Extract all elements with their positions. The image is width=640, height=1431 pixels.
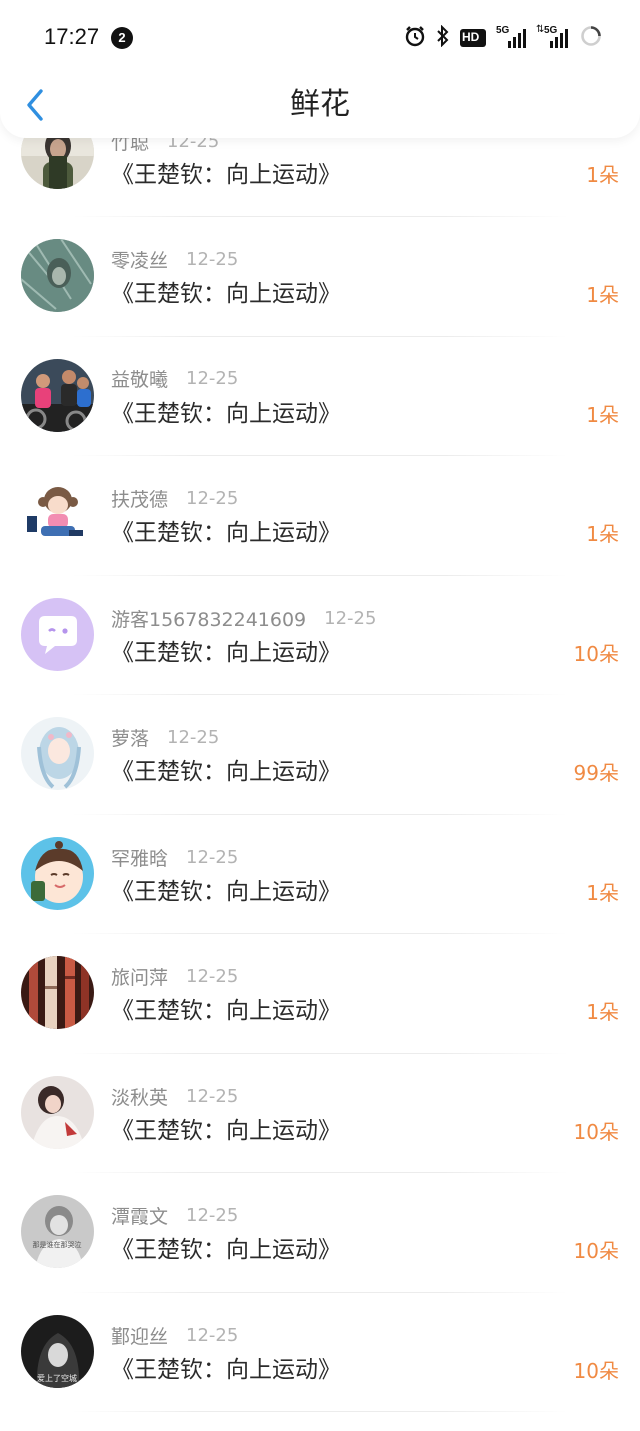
status-icons: HD 5G ⇅ 5G	[404, 24, 602, 51]
book-title: 《王楚钦：向上运动》	[111, 640, 341, 666]
avatar[interactable]	[21, 239, 94, 312]
avatar[interactable]	[21, 359, 94, 432]
user-name: 游客1567832241609	[111, 608, 307, 631]
user-name: 扶茂德	[111, 488, 169, 511]
divider	[72, 1411, 568, 1412]
user-name: 萝落	[111, 727, 150, 750]
book-title: 《王楚钦：向上运动》	[111, 998, 341, 1024]
avatar-caption: 爱上了空城	[37, 1373, 77, 1383]
list-item[interactable]: 旅问萍 12-25 《王楚钦：向上运动》 1朵	[0, 934, 640, 1054]
user-name: 益敬曦	[111, 368, 169, 391]
list-item[interactable]: 游客1567832241609 12-25 《王楚钦：向上运动》 10朵	[0, 576, 640, 696]
record-meta: 零凌丝 12-25	[111, 246, 238, 272]
record-meta: 鄞迎丝 12-25	[111, 1322, 238, 1348]
book-title: 《王楚钦：向上运动》	[111, 520, 341, 546]
notification-count-badge: 2	[111, 27, 133, 49]
avatar[interactable]	[21, 598, 94, 671]
signal-icon: ⇅ 5G	[536, 24, 570, 49]
record-meta: 游客1567832241609 12-25	[111, 605, 376, 631]
alarm-icon	[404, 25, 426, 51]
book-title: 《王楚钦：向上运动》	[111, 1237, 341, 1263]
record-date: 12-25	[186, 965, 239, 987]
list-item[interactable]: 那是谁在那哭泣 潭霞文 12-25 《王楚钦：向上运动》 10朵	[0, 1173, 640, 1293]
status-bar: 17:27 2 HD 5G ⇅ 5G	[0, 0, 640, 74]
record-date: 12-25	[167, 726, 220, 748]
status-time: 17:27	[44, 24, 100, 49]
user-name: 淡秋英	[111, 1086, 169, 1109]
record-meta: 益敬曦 12-25	[111, 365, 238, 391]
avatar-caption: 那是谁在那哭泣	[33, 1240, 82, 1249]
avatar[interactable]	[21, 837, 94, 910]
flower-quantity: 1朵	[586, 1000, 619, 1024]
record-meta: 罕雅晗 12-25	[111, 844, 238, 870]
user-name: 潭霞文	[111, 1205, 169, 1228]
list-item[interactable]: 萝落 12-25 《王楚钦：向上运动》 99朵	[0, 695, 640, 815]
record-date: 12-25	[186, 1085, 239, 1107]
flower-quantity: 10朵	[573, 642, 619, 666]
record-date: 12-25	[186, 367, 239, 389]
list-item[interactable]: 爱上了空城 鄞迎丝 12-25 《王楚钦：向上运动》 10朵	[0, 1293, 640, 1413]
book-title: 《王楚钦：向上运动》	[111, 1118, 341, 1144]
flower-quantity: 1朵	[586, 881, 619, 905]
record-date: 12-25	[186, 487, 239, 509]
flower-quantity: 99朵	[573, 761, 619, 785]
record-date: 12-25	[186, 1204, 239, 1226]
user-name: 鄞迎丝	[111, 1325, 169, 1348]
flower-quantity: 1朵	[586, 403, 619, 427]
book-title: 《王楚钦：向上运动》	[111, 759, 341, 785]
record-meta: 旅问萍 12-25	[111, 963, 238, 989]
signal-icon: 5G	[496, 25, 526, 49]
list-item[interactable]: 扶茂德 12-25 《王楚钦：向上运动》 1朵	[0, 456, 640, 576]
record-date: 12-25	[186, 846, 239, 868]
avatar[interactable]	[21, 1076, 94, 1149]
list-item[interactable]: 零凌丝 12-25 《王楚钦：向上运动》 1朵	[0, 217, 640, 337]
flower-record-list[interactable]: 竹聪 12-25 《王楚钦：向上运动》 1朵 零凌丝 12-25 《王楚钦：向上…	[0, 0, 640, 1431]
book-title: 《王楚钦：向上运动》	[111, 162, 341, 188]
record-meta: 淡秋英 12-25	[111, 1083, 238, 1109]
hd-icon: HD	[460, 29, 486, 47]
user-name: 零凌丝	[111, 249, 169, 272]
bluetooth-icon	[436, 24, 450, 51]
flower-quantity: 10朵	[573, 1359, 619, 1383]
record-date: 12-25	[324, 607, 377, 629]
screen: 竹聪 12-25 《王楚钦：向上运动》 1朵 零凌丝 12-25 《王楚钦：向上…	[0, 0, 640, 1431]
book-title: 《王楚钦：向上运动》	[111, 281, 341, 307]
avatar[interactable]	[21, 717, 94, 790]
list-item[interactable]: 罕雅晗 12-25 《王楚钦：向上运动》 1朵	[0, 815, 640, 935]
book-title: 《王楚钦：向上运动》	[111, 1357, 341, 1383]
avatar[interactable]	[21, 478, 94, 551]
flower-quantity: 1朵	[586, 283, 619, 307]
hd-label: HD	[462, 30, 480, 44]
user-name: 罕雅晗	[111, 847, 169, 870]
avatar[interactable]: 那是谁在那哭泣	[21, 1195, 94, 1268]
flower-quantity: 10朵	[573, 1239, 619, 1263]
record-date: 12-25	[186, 248, 239, 270]
flower-quantity: 1朵	[586, 163, 619, 187]
record-date: 12-25	[186, 1324, 239, 1346]
book-title: 《王楚钦：向上运动》	[111, 879, 341, 905]
book-title: 《王楚钦：向上运动》	[111, 401, 341, 427]
loading-icon	[580, 25, 602, 51]
list-item[interactable]: 淡秋英 12-25 《王楚钦：向上运动》 10朵	[0, 1054, 640, 1174]
avatar[interactable]	[21, 956, 94, 1029]
avatar[interactable]: 爱上了空城	[21, 1315, 94, 1388]
list-item[interactable]: 益敬曦 12-25 《王楚钦：向上运动》 1朵	[0, 337, 640, 457]
record-meta: 潭霞文 12-25	[111, 1202, 238, 1228]
record-meta: 扶茂德 12-25	[111, 485, 238, 511]
page-title: 鲜花	[290, 87, 350, 122]
app-header: 17:27 2 HD 5G ⇅ 5G 鲜花	[0, 0, 640, 138]
flower-quantity: 10朵	[573, 1120, 619, 1144]
record-meta: 萝落 12-25	[111, 724, 219, 750]
user-name: 旅问萍	[111, 966, 169, 989]
flower-quantity: 1朵	[586, 522, 619, 546]
